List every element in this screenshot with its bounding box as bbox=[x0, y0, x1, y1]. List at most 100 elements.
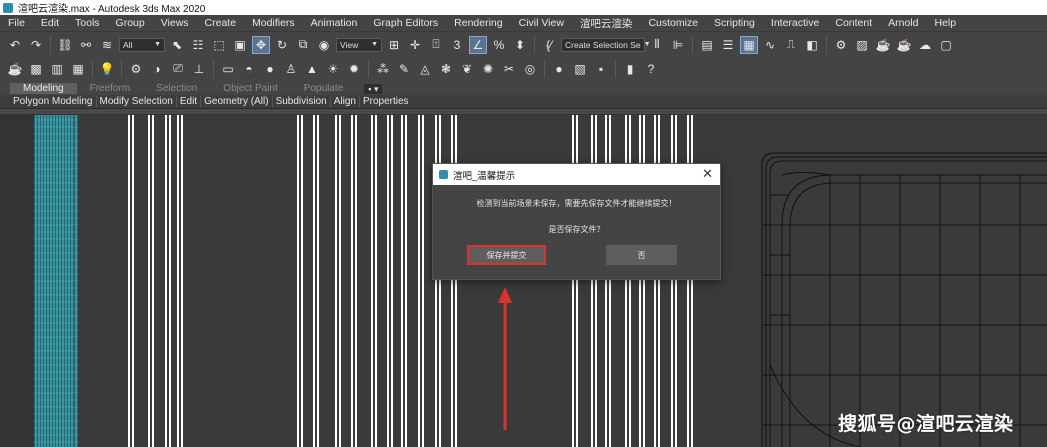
clipper-icon[interactable]: ✂ bbox=[500, 60, 518, 78]
unlink-icon[interactable]: ⚯ bbox=[77, 36, 95, 54]
snaps-toggle-icon[interactable]: 3 bbox=[448, 36, 466, 54]
menu-help[interactable]: Help bbox=[927, 17, 965, 29]
render-frame-icon[interactable]: ▩ bbox=[27, 60, 45, 78]
fur-icon[interactable]: ✎ bbox=[395, 60, 413, 78]
select-and-place-icon[interactable]: ◉ bbox=[315, 36, 333, 54]
panel-edit[interactable]: Edit bbox=[177, 96, 202, 107]
plane-object-icon[interactable]: ◬ bbox=[416, 60, 434, 78]
sphere-light-icon[interactable]: ● bbox=[261, 60, 279, 78]
fur-object-icon[interactable]: ❦ bbox=[458, 60, 476, 78]
select-by-name-icon[interactable]: ☷ bbox=[189, 36, 207, 54]
link-icon[interactable]: ⛓ bbox=[56, 36, 74, 54]
menu-animation[interactable]: Animation bbox=[303, 17, 366, 29]
tab-selection[interactable]: Selection bbox=[143, 83, 210, 94]
toggle-ribbon-icon[interactable]: ▦ bbox=[740, 35, 758, 54]
menu-modifiers[interactable]: Modifiers bbox=[244, 17, 303, 29]
ies-light-icon[interactable]: ✹ bbox=[345, 60, 363, 78]
tab-object-paint[interactable]: Object Paint bbox=[210, 83, 290, 94]
volume-grid-icon[interactable]: ❃ bbox=[437, 60, 455, 78]
teapot-icon[interactable]: ☕ bbox=[6, 60, 24, 78]
selection-filter-select[interactable]: All ▼ bbox=[119, 37, 165, 52]
dome-light-icon[interactable]: ◓ bbox=[240, 60, 258, 78]
grid-panel-icon[interactable]: ▦ bbox=[69, 60, 87, 78]
menu-views[interactable]: Views bbox=[153, 17, 197, 29]
material-sphere-icon[interactable]: ● bbox=[550, 60, 568, 78]
percent-snap-icon[interactable]: % bbox=[490, 36, 508, 54]
panel-properties[interactable]: Properties bbox=[360, 96, 412, 107]
panel-polygon-modeling[interactable]: Polygon Modeling bbox=[10, 96, 97, 107]
menu-group[interactable]: Group bbox=[108, 17, 153, 29]
tab-populate[interactable]: Populate bbox=[291, 83, 356, 94]
menu-xuanba-cloud-render[interactable]: 渲吧云渲染 bbox=[572, 16, 641, 31]
panel-align[interactable]: Align bbox=[331, 96, 360, 107]
chain-tool-icon[interactable]: ⚙ bbox=[127, 60, 145, 78]
light-bulb-icon[interactable]: 💡 bbox=[98, 60, 116, 78]
panel-toggle-icon[interactable]: ▮ bbox=[621, 60, 639, 78]
render-vfb-icon[interactable]: ▪ bbox=[592, 60, 610, 78]
save-and-submit-button[interactable]: 保存并提交 bbox=[467, 245, 546, 265]
rectangular-selection-icon[interactable]: ⬚ bbox=[210, 36, 228, 54]
menu-edit[interactable]: Edit bbox=[33, 17, 67, 29]
menu-customize[interactable]: Customize bbox=[640, 17, 706, 29]
redo-icon[interactable]: ↷ bbox=[27, 36, 45, 54]
menu-arnold[interactable]: Arnold bbox=[880, 17, 926, 29]
proxy-icon[interactable]: ⁂ bbox=[374, 60, 392, 78]
tab-freeform[interactable]: Freeform bbox=[77, 83, 144, 94]
scene-converter-icon[interactable]: ▧ bbox=[571, 60, 589, 78]
menu-rendering[interactable]: Rendering bbox=[446, 17, 510, 29]
angle-snap-icon[interactable]: ∠ bbox=[469, 35, 487, 54]
rendered-frame-window-icon[interactable]: ▨ bbox=[853, 36, 871, 54]
menu-content[interactable]: Content bbox=[827, 17, 880, 29]
help-icon[interactable]: ? bbox=[642, 60, 660, 78]
panel-subdivision[interactable]: Subdivision bbox=[273, 96, 331, 107]
select-manipulate-icon[interactable]: ✛ bbox=[406, 36, 424, 54]
sun-light-icon[interactable]: ☀ bbox=[324, 60, 342, 78]
curve-editor-icon[interactable]: ∿ bbox=[761, 36, 779, 54]
material-editor-icon[interactable]: ◧ bbox=[803, 36, 821, 54]
panel-modify-selection[interactable]: Modify Selection bbox=[97, 96, 177, 107]
mirror-icon[interactable]: ⫴ bbox=[648, 36, 666, 54]
undo-icon[interactable]: ↶ bbox=[6, 36, 24, 54]
render-iterative-icon[interactable]: ☕ bbox=[895, 36, 913, 54]
toggle-layer-explorer-icon[interactable]: ☰ bbox=[719, 36, 737, 54]
menu-interactive[interactable]: Interactive bbox=[763, 17, 827, 29]
panel-icon[interactable]: ▥ bbox=[48, 60, 66, 78]
select-and-rotate-icon[interactable]: ↻ bbox=[273, 36, 291, 54]
window-crossing-icon[interactable]: ▣ bbox=[231, 36, 249, 54]
panel-geometry-all[interactable]: Geometry (All) bbox=[201, 96, 273, 107]
menu-file[interactable]: File bbox=[0, 17, 33, 29]
menu-civil-view[interactable]: Civil View bbox=[511, 17, 572, 29]
no-button[interactable]: 否 bbox=[606, 245, 677, 265]
named-selection-set-select[interactable]: Create Selection Se ▼ bbox=[561, 37, 651, 52]
keyboard-shortcut-override-icon[interactable]: ⍐ bbox=[427, 36, 445, 54]
helper-tool-icon[interactable]: ⊥ bbox=[190, 60, 208, 78]
ribbon-options-dropdown[interactable]: ▪ ▾ bbox=[364, 83, 383, 94]
edit-named-selection-icon[interactable]: {⁄ bbox=[540, 36, 558, 54]
toggle-scene-explorer-icon[interactable]: ▤ bbox=[698, 36, 716, 54]
render-activeshade-icon[interactable]: ▢ bbox=[937, 36, 955, 54]
schematic-view-icon[interactable]: ⎍ bbox=[782, 36, 800, 54]
bind-space-warp-icon[interactable]: ≋ bbox=[98, 36, 116, 54]
render-in-cloud-icon[interactable]: ☁ bbox=[916, 36, 934, 54]
spot-light-icon[interactable]: ▲ bbox=[303, 60, 321, 78]
mesh-light-icon[interactable]: ♙ bbox=[282, 60, 300, 78]
menu-scripting[interactable]: Scripting bbox=[706, 17, 763, 29]
render-setup-icon[interactable]: ⚙ bbox=[832, 36, 850, 54]
align-icon[interactable]: ⊫ bbox=[669, 36, 687, 54]
menu-tools[interactable]: Tools bbox=[67, 17, 108, 29]
decal-icon[interactable]: ◎ bbox=[521, 60, 539, 78]
camera-tool-icon[interactable]: ⎚ bbox=[169, 60, 187, 78]
sphere-tool-icon[interactable]: ◑ bbox=[148, 60, 166, 78]
tab-modeling[interactable]: Modeling bbox=[10, 83, 77, 94]
render-production-icon[interactable]: ☕ bbox=[874, 36, 892, 54]
pivot-center-icon[interactable]: ⊞ bbox=[385, 36, 403, 54]
select-and-move-icon[interactable]: ✥ bbox=[252, 35, 270, 54]
close-icon[interactable]: ✕ bbox=[702, 166, 713, 182]
menu-create[interactable]: Create bbox=[197, 17, 245, 29]
plane-light-icon[interactable]: ▭ bbox=[219, 60, 237, 78]
spinner-snap-icon[interactable]: ⬍ bbox=[511, 36, 529, 54]
menu-graph-editors[interactable]: Graph Editors bbox=[365, 17, 446, 29]
select-and-scale-icon[interactable]: ⧉ bbox=[294, 36, 312, 54]
reference-coordinate-select[interactable]: View ▼ bbox=[336, 37, 382, 52]
select-object-icon[interactable]: ⬉ bbox=[168, 36, 186, 54]
